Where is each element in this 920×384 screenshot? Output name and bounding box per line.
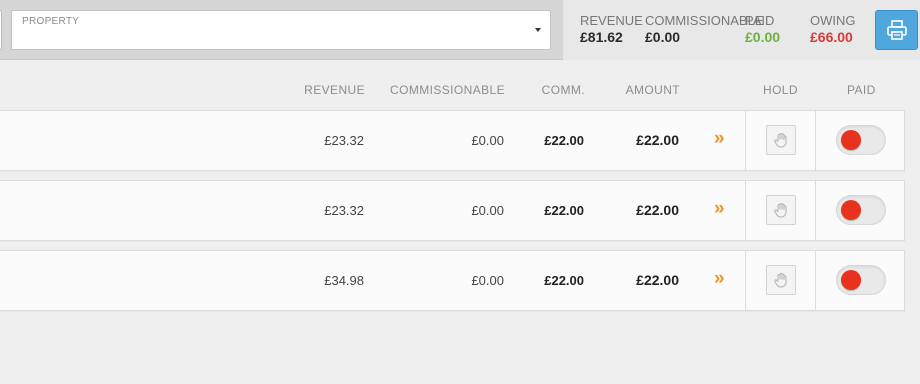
chevron-down-icon [535, 28, 541, 32]
property-select[interactable]: PROPERTY [11, 10, 551, 50]
property-label: PROPERTY [22, 16, 80, 27]
comm-cell: £22.00 [544, 133, 584, 148]
owing-stat: OWING £66.00 [810, 13, 856, 45]
hand-icon [774, 132, 787, 148]
paid-toggle[interactable] [836, 265, 886, 295]
column-header-revenue: REVENUE [304, 83, 365, 97]
previous-filter-field[interactable] [0, 10, 2, 50]
amount-cell: £22.00 [636, 132, 679, 148]
paid-stat: PAID £0.00 [745, 13, 780, 45]
column-header-hold: HOLD [763, 83, 798, 97]
table-row: £23.32 £0.00 £22.00 £22.00 » [0, 180, 905, 241]
amount-cell: £22.00 [636, 202, 679, 218]
column-divider [745, 181, 746, 240]
revenue-stat-value: £81.62 [580, 29, 623, 45]
column-header-comm: COMM. [541, 83, 585, 97]
revenue-cell: £23.32 [324, 133, 364, 148]
commissionable-cell: £0.00 [471, 203, 504, 218]
toggle-knob [841, 200, 861, 220]
amount-cell: £22.00 [636, 272, 679, 288]
column-header-commissionable: COMMISSIONABLE [390, 83, 505, 97]
commissionable-cell: £0.00 [471, 133, 504, 148]
paid-toggle[interactable] [836, 125, 886, 155]
column-header-paid: PAID [847, 83, 876, 97]
comm-cell: £22.00 [544, 273, 584, 288]
column-divider [815, 251, 816, 310]
revenue-stat: REVENUE £81.62 [580, 13, 643, 45]
table-row: £23.32 £0.00 £22.00 £22.00 » [0, 110, 905, 171]
column-divider [815, 111, 816, 170]
column-divider [745, 251, 746, 310]
commissionable-cell: £0.00 [471, 273, 504, 288]
column-divider [745, 111, 746, 170]
chevron-right-icon[interactable]: » [714, 198, 725, 220]
summary-panel: REVENUE £81.62 COMMISSIONABLE £0.00 PAID… [563, 0, 920, 60]
comm-cell: £22.00 [544, 203, 584, 218]
column-header-amount: AMOUNT [625, 83, 680, 97]
chevron-right-icon[interactable]: » [714, 128, 725, 150]
paid-stat-label: PAID [745, 13, 775, 28]
print-button[interactable] [875, 10, 918, 50]
paid-toggle[interactable] [836, 195, 886, 225]
owing-stat-label: OWING [810, 13, 856, 28]
paid-stat-value: £0.00 [745, 29, 781, 45]
revenue-cell: £23.32 [324, 203, 364, 218]
hold-button[interactable] [766, 125, 796, 155]
hold-button[interactable] [766, 195, 796, 225]
column-divider [815, 181, 816, 240]
hand-icon [774, 202, 787, 218]
toggle-knob [841, 130, 861, 150]
owing-stat-value: £66.00 [810, 29, 853, 45]
hand-icon [774, 272, 787, 288]
revenue-stat-label: REVENUE [580, 13, 643, 28]
hold-button[interactable] [766, 265, 796, 295]
filter-bar: PROPERTY REVENUE £81.62 COMMISSIONABLE £… [0, 0, 920, 60]
revenue-cell: £34.98 [324, 273, 364, 288]
chevron-right-icon[interactable]: » [714, 268, 725, 290]
toggle-knob [841, 270, 861, 290]
printer-icon [887, 20, 907, 40]
table-row: £34.98 £0.00 £22.00 £22.00 » [0, 250, 905, 311]
